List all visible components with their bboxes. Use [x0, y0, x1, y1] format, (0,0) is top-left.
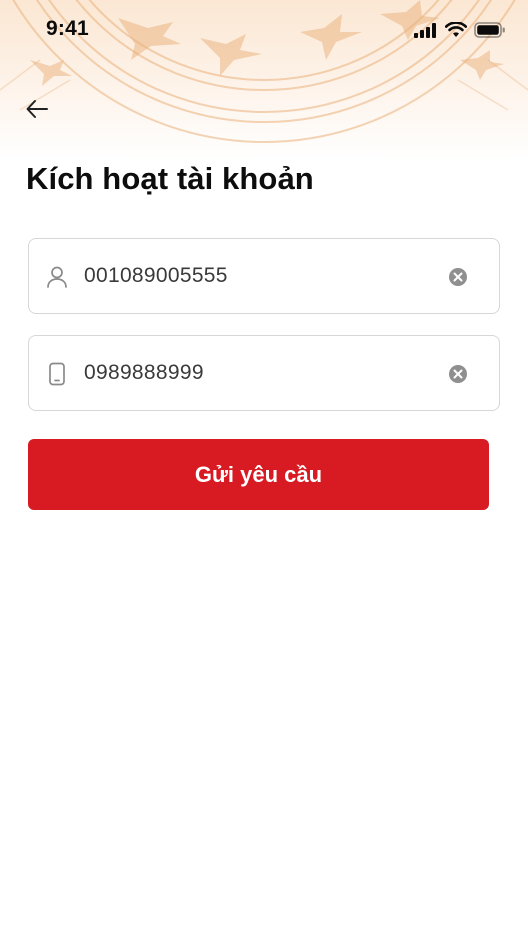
status-bar: 9:41 — [0, 0, 528, 60]
user-icon — [47, 266, 67, 288]
id-number-input[interactable] — [84, 257, 424, 295]
back-button[interactable] — [20, 92, 54, 126]
clear-icon[interactable] — [448, 364, 468, 384]
status-icons — [414, 22, 506, 38]
signal-icon — [414, 22, 436, 38]
phone-number-input[interactable] — [84, 354, 424, 392]
wifi-icon — [445, 22, 467, 37]
phone-number-field[interactable] — [28, 335, 500, 411]
status-time: 9:41 — [46, 17, 89, 40]
clear-icon[interactable] — [448, 267, 468, 287]
id-number-field[interactable] — [28, 238, 500, 314]
page-title: Kích hoạt tài khoản — [26, 161, 314, 196]
submit-request-button[interactable]: Gửi yêu cầu — [28, 439, 489, 510]
arrow-left-icon — [26, 100, 48, 118]
phone-icon — [49, 362, 65, 386]
battery-icon — [474, 22, 505, 38]
